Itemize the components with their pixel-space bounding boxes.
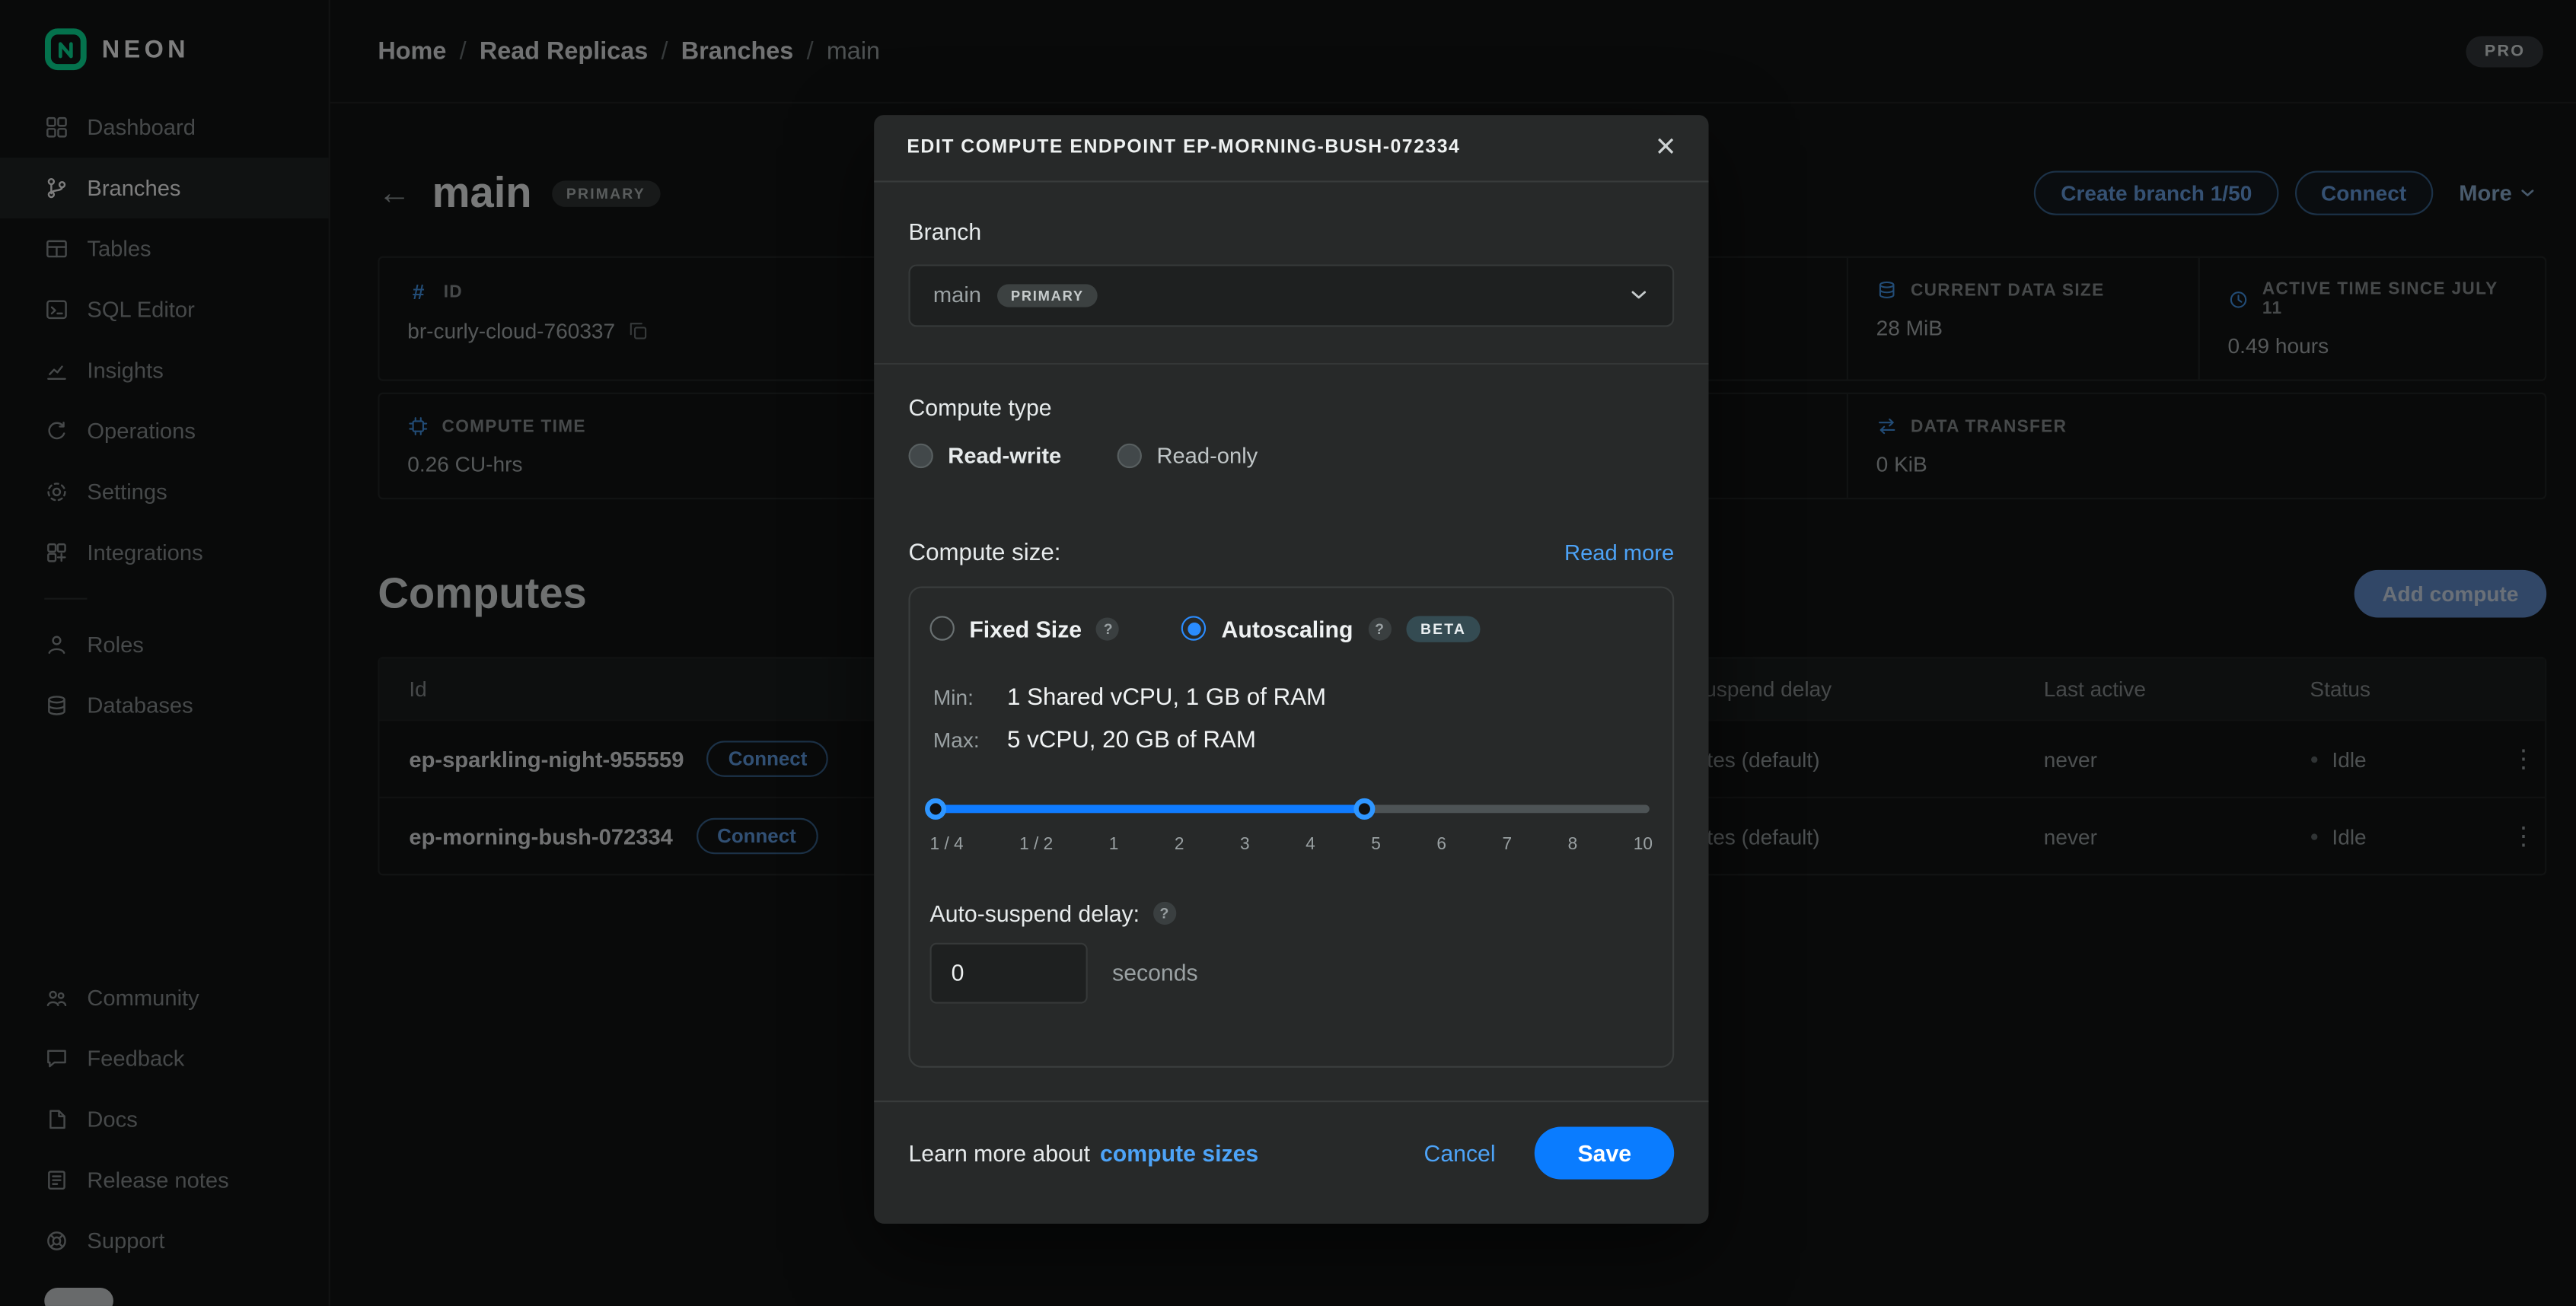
tick-label: 2 bbox=[1175, 834, 1184, 854]
tick-label: 1 bbox=[1109, 834, 1119, 854]
save-button[interactable]: Save bbox=[1535, 1127, 1674, 1180]
screen: NEON Dashboard Branches Tables SQL Edito… bbox=[0, 0, 2576, 1306]
tick-label: 6 bbox=[1436, 834, 1446, 854]
tick-label: 3 bbox=[1240, 834, 1250, 854]
compute-type-options: Read-write Read-only bbox=[908, 443, 1674, 467]
compute-type-label: Compute type bbox=[908, 394, 1674, 421]
radio-read-only[interactable]: Read-only bbox=[1117, 443, 1258, 467]
tick-label: 8 bbox=[1568, 834, 1578, 854]
cancel-button[interactable]: Cancel bbox=[1424, 1140, 1496, 1167]
radio-circle bbox=[908, 443, 933, 467]
compute-sizes-link[interactable]: compute sizes bbox=[1100, 1140, 1258, 1167]
branch-select[interactable]: main PRIMARY bbox=[908, 264, 1674, 326]
modal-divider bbox=[874, 363, 1708, 365]
radio-label: Autoscaling bbox=[1222, 616, 1353, 642]
learn-more-text: Learn more about bbox=[908, 1140, 1090, 1167]
radio-circle bbox=[1117, 443, 1142, 467]
slider-handle-min[interactable] bbox=[925, 798, 946, 819]
modal-header: EDIT COMPUTE ENDPOINT EP-MORNING-BUSH-07… bbox=[874, 115, 1708, 182]
help-icon[interactable]: ? bbox=[1368, 617, 1391, 640]
compute-size-box: Fixed Size ? Autoscaling ? BETA Min: 1 S… bbox=[908, 586, 1674, 1067]
edit-compute-modal: EDIT COMPUTE ENDPOINT EP-MORNING-BUSH-07… bbox=[874, 115, 1708, 1224]
min-value: 1 Shared vCPU, 1 GB of RAM bbox=[1007, 685, 1650, 712]
slider-handle-max[interactable] bbox=[1353, 798, 1374, 819]
max-label: Max: bbox=[933, 728, 1007, 753]
close-icon[interactable]: × bbox=[1656, 135, 1675, 162]
radio-label: Read-only bbox=[1156, 443, 1258, 467]
autosuspend-unit: seconds bbox=[1112, 960, 1198, 986]
radio-label: Read-write bbox=[948, 443, 1061, 467]
branch-select-value: main bbox=[933, 283, 981, 307]
tick-label: 1 / 2 bbox=[1019, 834, 1053, 854]
radio-circle-selected bbox=[1182, 616, 1207, 641]
tick-label: 10 bbox=[1634, 834, 1653, 854]
compute-size-row: Compute size: Read more bbox=[908, 540, 1674, 567]
radio-autoscaling[interactable]: Autoscaling ? BETA bbox=[1182, 616, 1481, 642]
compute-size-label: Compute size: bbox=[908, 540, 1060, 567]
stage: NEON Dashboard Branches Tables SQL Edito… bbox=[0, 0, 2576, 1306]
help-icon[interactable]: ? bbox=[1097, 617, 1120, 640]
compute-size-slider[interactable] bbox=[930, 796, 1653, 819]
min-max-values: Min: 1 Shared vCPU, 1 GB of RAM Max: 5 v… bbox=[930, 685, 1653, 754]
autosuspend-label: Auto-suspend delay: bbox=[930, 900, 1140, 926]
radio-label: Fixed Size bbox=[969, 616, 1082, 642]
tick-label: 5 bbox=[1371, 834, 1381, 854]
modal-footer: Learn more about compute sizes Cancel Sa… bbox=[874, 1101, 1708, 1224]
tick-label: 7 bbox=[1503, 834, 1513, 854]
max-value: 5 vCPU, 20 GB of RAM bbox=[1007, 728, 1650, 754]
branch-label: Branch bbox=[908, 218, 1674, 245]
autosuspend-input[interactable] bbox=[930, 942, 1088, 1003]
modal-title: EDIT COMPUTE ENDPOINT EP-MORNING-BUSH-07… bbox=[907, 139, 1460, 158]
slider-fill bbox=[933, 804, 1363, 813]
help-icon[interactable]: ? bbox=[1153, 901, 1175, 924]
min-label: Min: bbox=[933, 686, 1007, 710]
autosuspend-label-row: Auto-suspend delay: ? bbox=[930, 900, 1653, 926]
modal-body: Branch main PRIMARY Compute type Read-wr… bbox=[874, 218, 1708, 1068]
radio-circle bbox=[930, 616, 955, 641]
size-mode-options: Fixed Size ? Autoscaling ? BETA bbox=[930, 616, 1653, 642]
slider-track[interactable] bbox=[933, 804, 1650, 813]
radio-fixed-size[interactable]: Fixed Size ? bbox=[930, 616, 1120, 642]
slider-ticks: 1 / 4 1 / 2 1 2 3 4 5 6 7 8 10 bbox=[930, 834, 1653, 854]
read-more-link[interactable]: Read more bbox=[1564, 541, 1674, 565]
chevron-down-icon bbox=[1628, 285, 1650, 306]
autosuspend-input-row: seconds bbox=[930, 942, 1653, 1003]
tick-label: 4 bbox=[1306, 834, 1315, 854]
tick-label: 1 / 4 bbox=[930, 834, 964, 854]
radio-read-write[interactable]: Read-write bbox=[908, 443, 1061, 467]
beta-badge: BETA bbox=[1406, 616, 1481, 642]
branch-primary-badge: PRIMARY bbox=[998, 284, 1098, 307]
